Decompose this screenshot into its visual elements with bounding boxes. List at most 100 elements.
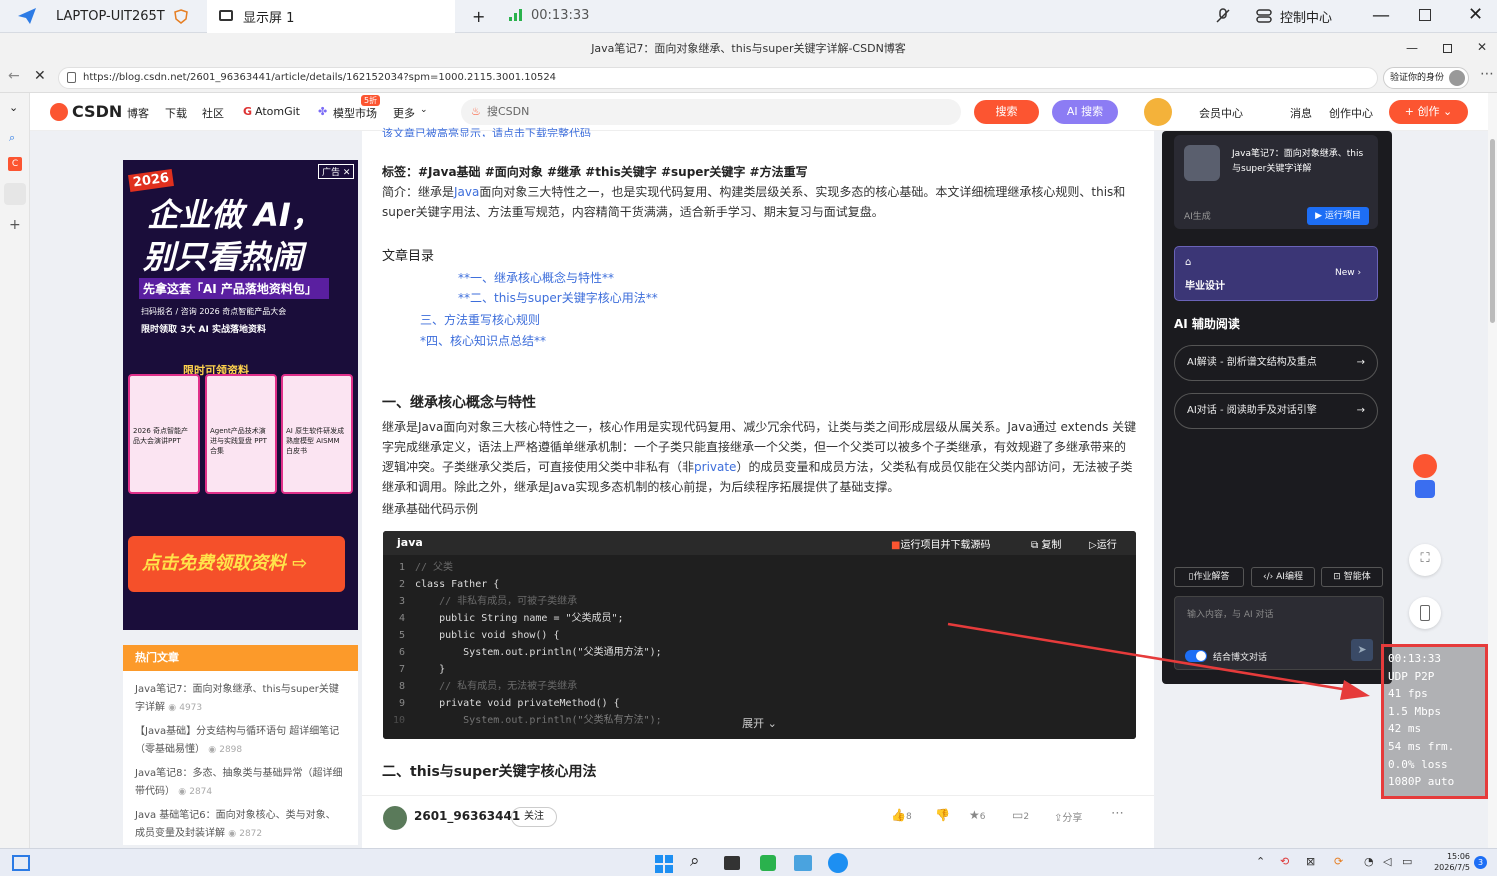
nav-community[interactable]: 社区	[202, 105, 224, 121]
tray-icon[interactable]: ⊠	[1306, 855, 1315, 868]
favorite-button[interactable]: ★6	[969, 808, 986, 822]
ad-banner[interactable]: 2026 广告 ✕ 企业做 AI， 别只看热闹 先拿这套「AI 产品落地资料包」…	[123, 160, 358, 630]
member-center-link[interactable]: 会员中心	[1199, 105, 1243, 121]
author-avatar[interactable]	[383, 806, 407, 830]
maximize-button[interactable]	[1419, 9, 1431, 21]
csdn-icon[interactable]: C	[8, 157, 22, 171]
share-button[interactable]: ⇪分享	[1054, 809, 1082, 824]
graduation-card[interactable]: ⌂ 毕业设计 New ›	[1174, 246, 1378, 301]
expand-button[interactable]: 展开 ⌄	[383, 709, 1136, 739]
ad-tag[interactable]: 广告 ✕	[318, 164, 355, 179]
red-arrow-annotation	[947, 622, 1370, 700]
scrollbar[interactable]	[1488, 93, 1497, 848]
hot-item-4[interactable]: Java 基础笔记6：面向对象核心、类与对象、成员变量及封装详解 ◉ 2872	[135, 807, 345, 843]
java-link[interactable]: Java	[454, 185, 479, 199]
nav-model-market[interactable]: 模型市场	[333, 105, 377, 121]
battery-icon[interactable]: ▭	[1402, 855, 1412, 868]
browser-minimize-button[interactable]: —	[1406, 41, 1418, 55]
nav-atomgit[interactable]: AtomGit	[255, 105, 300, 118]
toc-item-3[interactable]: 三、方法重写核心规则	[420, 311, 540, 328]
toc-item-1[interactable]: **一、继承核心概念与特性**	[458, 269, 614, 286]
volume-icon[interactable]: ◁	[1383, 855, 1391, 868]
mic-off-icon[interactable]	[1215, 8, 1231, 24]
notification-badge[interactable]: 3	[1474, 856, 1487, 869]
tray-app2-icon[interactable]: ⟳	[1334, 855, 1343, 868]
windows-start-icon[interactable]	[655, 855, 673, 873]
profile-button[interactable]: 验证你的身份	[1383, 67, 1469, 89]
author-name[interactable]: 2601_96363441	[414, 809, 520, 823]
run-button[interactable]: ▷运行	[1089, 536, 1117, 551]
copilot-icon[interactable]	[4, 183, 26, 205]
like-button[interactable]: 👍8	[891, 808, 912, 822]
csdn-logo[interactable]: CSDN	[72, 102, 122, 121]
agent-button[interactable]: ⊡ 智能体	[1321, 567, 1383, 587]
ad-cta-button[interactable]: 点击免费领取资料 ⇨	[128, 536, 345, 592]
chevron-up-icon[interactable]: ⌃	[1256, 855, 1265, 868]
signal-icon	[509, 9, 523, 21]
toc-item-2[interactable]: **二、this与super关键字核心用法**	[458, 289, 658, 306]
hot-item-2[interactable]: 【Java基础】分支结构与循环语句 超详细笔记（零基础易懂） ◉ 2898	[135, 723, 345, 759]
search-button[interactable]: 搜索	[974, 100, 1039, 124]
scrollbar-thumb[interactable]	[1490, 139, 1495, 323]
csdn-float-icon[interactable]	[1410, 450, 1440, 498]
user-avatar[interactable]	[1144, 98, 1172, 126]
task-view-icon[interactable]	[12, 855, 30, 871]
close-button[interactable]: ✕	[1468, 4, 1483, 25]
nav-download[interactable]: 下载	[165, 105, 187, 121]
summary-rest: 面向对象三大特性之一，也是实现代码复用、构建类层级关系、实现多态的核心基础。本文…	[382, 185, 1126, 219]
create-button[interactable]: + 创作 ⌄	[1389, 100, 1468, 124]
back-icon[interactable]: ←	[8, 68, 20, 84]
run-project-button[interactable]: ▶ 运行项目	[1307, 207, 1369, 225]
copy-button[interactable]: ⧉ 复制	[1031, 536, 1061, 551]
more-icon[interactable]: ⋯	[1111, 806, 1124, 821]
nav-more[interactable]: 更多	[393, 105, 415, 121]
new-link[interactable]: New ›	[1335, 268, 1361, 278]
add-tab-button[interactable]: +	[472, 7, 485, 26]
nav-blog[interactable]: 博客	[127, 105, 149, 121]
ai-chat-button[interactable]: AI对话 - 阅读助手及对话引擎 →	[1174, 393, 1378, 429]
search-icon[interactable]: ⌕	[9, 131, 15, 145]
ai-search-button[interactable]: AI 搜索	[1052, 100, 1118, 124]
clock[interactable]: 15:06 2026/7/5	[1430, 851, 1470, 873]
share-label: 分享	[1062, 813, 1083, 824]
tray-app-icon[interactable]: ⟲	[1280, 855, 1289, 868]
store-icon[interactable]	[760, 855, 776, 871]
ai-coding-button[interactable]: ‹/› AI编程	[1251, 567, 1315, 587]
remote-app-icon[interactable]	[794, 855, 812, 871]
ai-reading-panel: Java笔记7：面向对象继承、this与super关键字详解 AI生成 ▶ 运行…	[1162, 131, 1392, 684]
screen-tab[interactable]: 显示屏 1	[207, 0, 455, 33]
fullscreen-icon[interactable]: ⛶	[1409, 544, 1441, 576]
comment-button[interactable]: ▭2	[1012, 808, 1029, 822]
file-explorer-icon[interactable]	[724, 856, 740, 870]
csdn-search-input[interactable]: ♨ 搜CSDN	[461, 99, 961, 125]
code-text: class Father {	[415, 579, 500, 590]
url-text: https://blog.csdn.net/2601_96363441/arti…	[83, 72, 557, 83]
more-menu-icon[interactable]: ⋯	[1480, 66, 1494, 82]
lock-icon	[67, 72, 76, 83]
mobile-icon[interactable]	[1409, 597, 1441, 629]
hot-item-1[interactable]: Java笔记7：面向对象继承、this与super关键字详解 ◉ 4973	[135, 681, 345, 717]
url-bar[interactable]: https://blog.csdn.net/2601_96363441/arti…	[58, 67, 1378, 89]
browser-close-button[interactable]: ✕	[1477, 40, 1487, 54]
wifi-icon[interactable]: ◔	[1364, 855, 1374, 868]
edge-icon[interactable]	[828, 853, 848, 873]
follow-button[interactable]: 关注	[511, 807, 557, 827]
control-center-button[interactable]: 控制中心	[1280, 0, 1332, 33]
minimize-button[interactable]: —	[1372, 5, 1390, 26]
homework-button[interactable]: ▯作业解答	[1174, 567, 1244, 587]
dislike-button[interactable]: 👎	[935, 808, 950, 822]
chevron-down-icon[interactable]: ⌄	[9, 101, 18, 114]
toc-item-4[interactable]: *四、核心知识点总结**	[420, 332, 546, 349]
messages-link[interactable]: 消息	[1290, 105, 1312, 121]
private-link[interactable]: private	[694, 460, 736, 474]
add-icon[interactable]: +	[9, 217, 21, 233]
clock-date: 2026/7/5	[1434, 863, 1470, 872]
creation-center-link[interactable]: 创作中心	[1329, 105, 1373, 121]
stop-icon[interactable]: ✕	[34, 68, 46, 84]
run-download-button[interactable]: ■运行项目并下载源码	[891, 536, 990, 551]
hot-item-3[interactable]: Java笔记8：多态、抽象类与基础异常（超详细带代码） ◉ 2874	[135, 765, 345, 801]
ai-interpret-button[interactable]: AI解读 - 剖析谱文结构及重点 →	[1174, 345, 1378, 381]
host-tab[interactable]: LAPTOP-UIT265T	[56, 0, 165, 33]
browser-restore-button[interactable]	[1443, 44, 1452, 53]
search-icon[interactable]: ⌕	[690, 851, 700, 871]
